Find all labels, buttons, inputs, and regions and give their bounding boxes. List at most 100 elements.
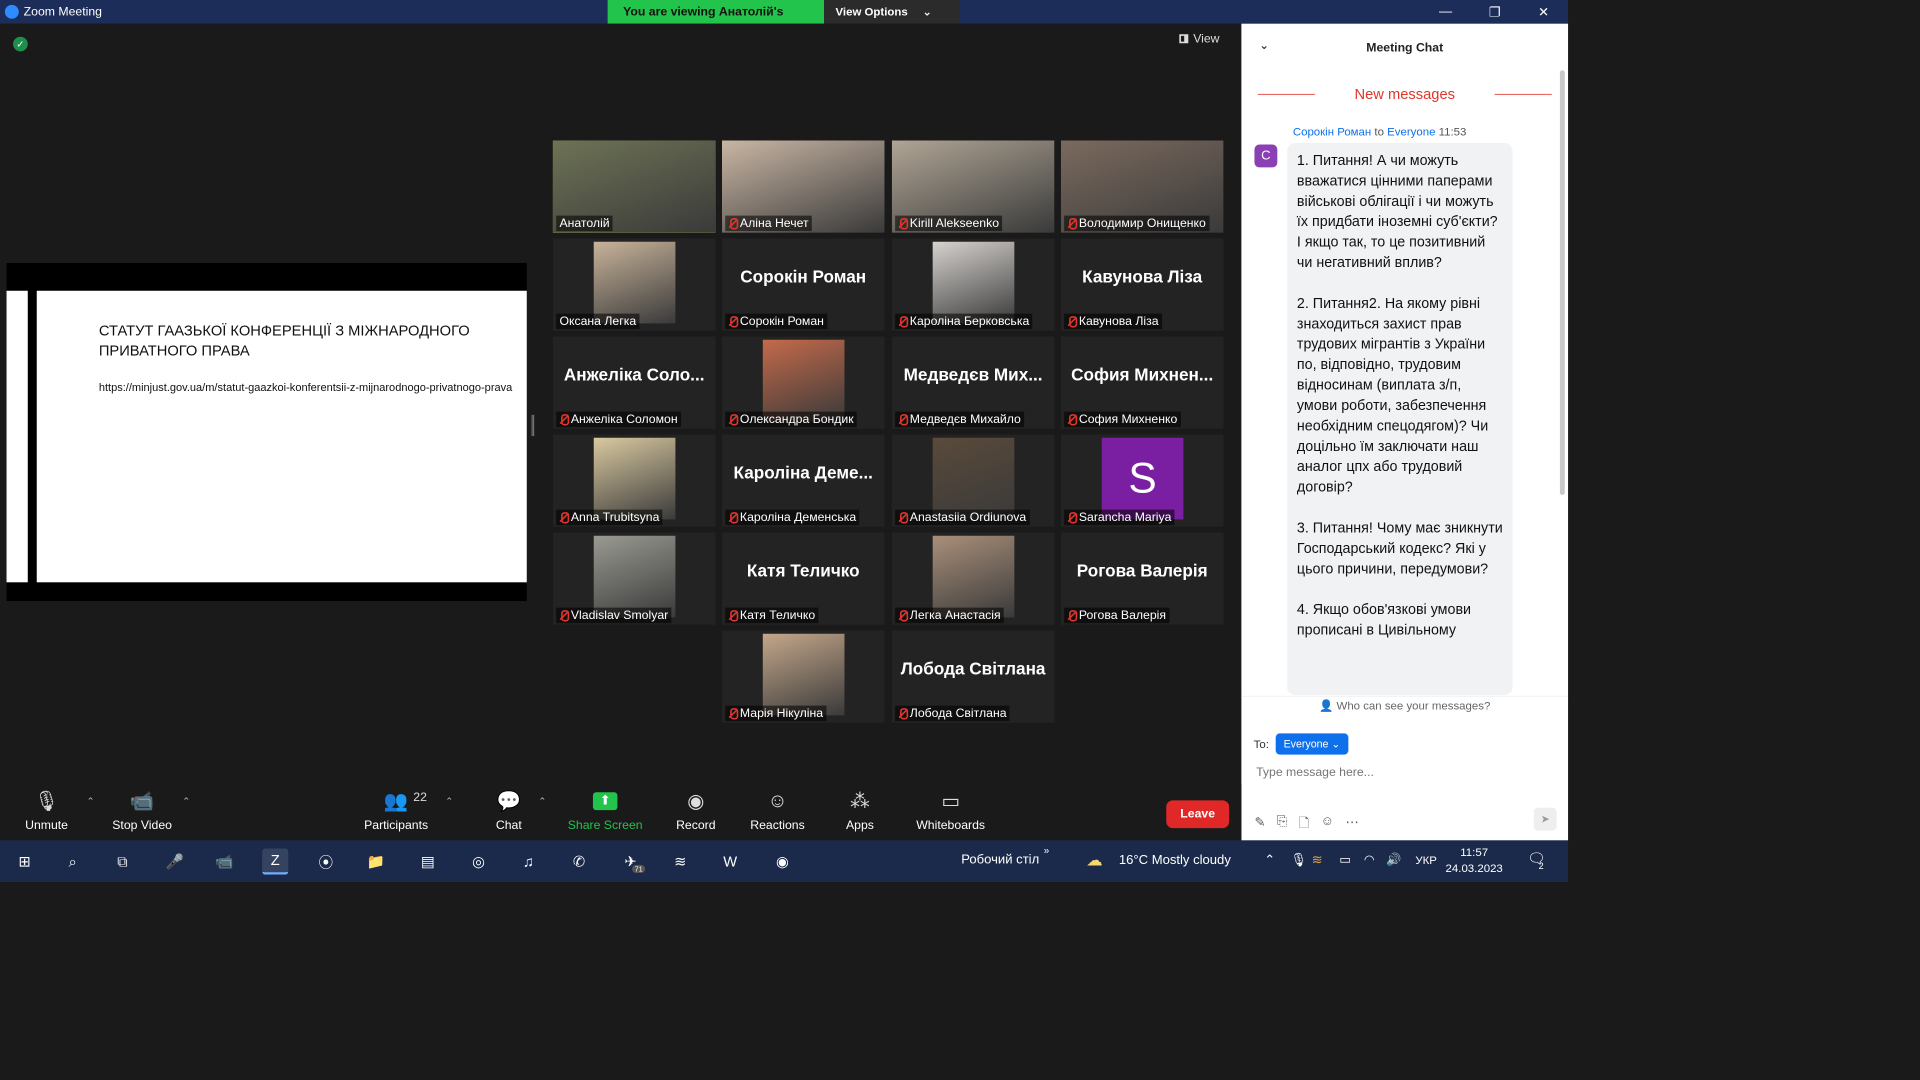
voice-mic-icon[interactable]: 🎤 bbox=[162, 849, 188, 875]
view-button[interactable]: View bbox=[1179, 32, 1220, 46]
participant-tile[interactable]: Володимир Онищенко bbox=[1060, 140, 1224, 233]
participant-display-name: Анжеліка Соло... bbox=[563, 365, 705, 385]
recorder-icon[interactable]: ⦿ bbox=[313, 849, 339, 875]
recipient-dropdown[interactable]: Everyone ⌄ bbox=[1275, 733, 1349, 755]
chat-message-input[interactable] bbox=[1256, 765, 1551, 780]
mic-tray-icon[interactable]: 🎙 bbox=[1290, 852, 1307, 868]
leave-button[interactable]: Leave bbox=[1166, 800, 1230, 829]
chat-scrollbar[interactable] bbox=[1559, 70, 1565, 495]
view-options-button[interactable]: View Options ⌄ bbox=[824, 0, 960, 24]
file-icon[interactable]: 🗋 bbox=[1299, 814, 1310, 836]
windows-start-icon[interactable]: ⊞ bbox=[11, 849, 37, 875]
viber-icon[interactable]: ✆ bbox=[566, 849, 592, 875]
message-recipient[interactable]: Everyone bbox=[1387, 125, 1435, 138]
more-icon[interactable]: ⋯ bbox=[1345, 814, 1358, 836]
format-icon[interactable]: ✎ bbox=[1254, 814, 1265, 836]
slide-link: https://minjust.gov.ua/m/statut-gaazkoi-… bbox=[98, 381, 513, 394]
participant-tile[interactable]: Сорокін Роман Сорокін Роман bbox=[721, 238, 885, 331]
participant-tile[interactable]: Легка Анастасія bbox=[891, 532, 1055, 625]
participant-tile[interactable]: Катя Теличко Катя Теличко bbox=[721, 532, 885, 625]
message-sender[interactable]: Сорокін Роман bbox=[1293, 125, 1371, 138]
participants-caret-icon[interactable]: ⌃ bbox=[445, 795, 453, 806]
zoom-app-icon[interactable]: Z bbox=[262, 848, 289, 875]
collapse-chevron-icon[interactable]: ⌄ bbox=[1259, 38, 1269, 52]
participant-name: Кароліна Берковська bbox=[909, 314, 1030, 329]
audio-options-caret-icon[interactable]: ⌃ bbox=[87, 795, 95, 806]
participant-display-name: Катя Теличко bbox=[746, 561, 860, 581]
task-view-icon[interactable]: ⧉ bbox=[109, 849, 135, 875]
close-button[interactable]: ✕ bbox=[1519, 0, 1568, 24]
battery-icon[interactable]: ▭ bbox=[1339, 852, 1351, 867]
participant-tile[interactable]: Лобода Світлана Лобода Світлана bbox=[891, 630, 1055, 723]
participant-tile[interactable]: София Михнен... София Михненко bbox=[1060, 336, 1224, 429]
participant-tile[interactable]: Аліна Нечет bbox=[721, 140, 885, 233]
winamp-icon[interactable]: ≋ bbox=[667, 849, 693, 875]
split-handle[interactable] bbox=[531, 414, 535, 437]
chrome-icon[interactable]: ◉ bbox=[769, 849, 795, 875]
participant-tile[interactable]: Anastasiia Ordiunova bbox=[891, 434, 1055, 527]
encryption-shield-icon[interactable]: ✓ bbox=[13, 36, 28, 52]
share-screen-icon: ⬆ bbox=[592, 789, 618, 814]
file-explorer-icon[interactable]: 📁 bbox=[363, 849, 389, 875]
participant-tile[interactable]: Анатолій bbox=[552, 140, 716, 233]
emoji-icon[interactable]: ☺ bbox=[1321, 814, 1334, 836]
participant-tile[interactable]: Vladislav Smolyar bbox=[552, 532, 716, 625]
video-app-icon[interactable]: 📹 bbox=[212, 849, 238, 875]
new-messages-marker: New messages bbox=[1354, 85, 1455, 103]
winamp-tray-icon[interactable]: ≋ bbox=[1312, 852, 1323, 868]
meeting-area: ✓ View СТАТУТ ГААЗЬКОЇ КОНФЕРЕНЦІЇ З МІЖ… bbox=[0, 23, 1242, 841]
desktop-label[interactable]: Робочий стіл bbox=[961, 853, 1039, 868]
participant-tile[interactable]: Кавунова Ліза Кавунова Ліза bbox=[1060, 238, 1224, 331]
video-options-caret-icon[interactable]: ⌃ bbox=[182, 795, 190, 806]
participant-tile[interactable]: Кароліна Берковська bbox=[891, 238, 1055, 331]
participant-tile[interactable]: Рогова Валерія Рогова Валерія bbox=[1060, 532, 1224, 625]
participant-name: Рогова Валерія bbox=[1078, 608, 1167, 623]
tray-chevron-icon[interactable]: ⌃ bbox=[1264, 852, 1275, 868]
stop-video-button[interactable]: 📹 Stop Video ⌃ bbox=[97, 789, 190, 832]
word-icon[interactable]: W bbox=[717, 849, 743, 875]
wifi-icon[interactable]: ◠ bbox=[1364, 852, 1375, 867]
minimize-button[interactable]: — bbox=[1421, 0, 1470, 24]
share-screen-button[interactable]: ⬆ Share Screen bbox=[560, 789, 650, 832]
language-indicator[interactable]: УКР bbox=[1415, 853, 1437, 866]
participant-tile[interactable]: Медведєв Мих... Медведєв Михайло bbox=[891, 336, 1055, 429]
weather-label[interactable]: 16°C Mostly cloudy bbox=[1119, 853, 1231, 868]
chat-caret-icon[interactable]: ⌃ bbox=[538, 795, 546, 806]
viewing-screen-banner: You are viewing Анатолій's screen bbox=[607, 0, 825, 42]
screenshot-icon[interactable]: ⎘ bbox=[1277, 814, 1287, 836]
reactions-button[interactable]: ☺ Reactions bbox=[733, 789, 823, 832]
participant-name: Кароліна Деменська bbox=[739, 510, 857, 525]
participant-name-label: Sarancha Mariya bbox=[1064, 509, 1175, 526]
send-icon[interactable]: ➤ bbox=[1533, 807, 1557, 831]
spotify-icon[interactable]: ♫ bbox=[515, 849, 541, 875]
restore-button[interactable]: ❐ bbox=[1470, 0, 1519, 24]
who-can-see-link[interactable]: 👤 Who can see your messages? bbox=[1241, 695, 1569, 714]
participant-tile[interactable]: Олександра Бондик bbox=[721, 336, 885, 429]
apps-button[interactable]: ⁂ Apps bbox=[815, 789, 905, 832]
whiteboards-button[interactable]: ▭ Whiteboards bbox=[906, 789, 996, 832]
volume-icon[interactable]: 🔊 bbox=[1386, 852, 1401, 867]
reactions-label: Reactions bbox=[750, 818, 805, 833]
participant-tile[interactable]: Кароліна Деме... Кароліна Деменська bbox=[721, 434, 885, 527]
search-icon[interactable]: ⌕ bbox=[60, 849, 86, 875]
participant-name: Анатолій bbox=[559, 216, 610, 231]
participant-tile[interactable]: S Sarancha Mariya bbox=[1060, 434, 1224, 527]
clock[interactable]: 11:57 24.03.2023 bbox=[1446, 844, 1503, 877]
participant-tile[interactable]: Anna Trubitsyna bbox=[552, 434, 716, 527]
more-arrows-icon[interactable]: » bbox=[1044, 844, 1049, 855]
participant-name-label: Сорокін Роман bbox=[725, 313, 828, 330]
participant-name-label: Олександра Бондик bbox=[725, 411, 857, 428]
muted-mic-icon bbox=[728, 707, 739, 720]
message-bubble: 1. Питання! А чи можуть вважатися цінним… bbox=[1287, 142, 1513, 696]
participant-name-label: Kirill Alekseenko bbox=[895, 215, 1003, 232]
participant-tile[interactable]: Марія Нікуліна bbox=[721, 630, 885, 723]
browser-app-icon[interactable]: ◎ bbox=[466, 849, 492, 875]
participant-tile[interactable]: Kirill Alekseenko bbox=[891, 140, 1055, 233]
participants-button[interactable]: 👥 Participants bbox=[351, 789, 441, 832]
participant-tile[interactable]: Анжеліка Соло... Анжеліка Соломон bbox=[552, 336, 716, 429]
participant-name: София Михненко bbox=[1078, 412, 1178, 427]
participant-tile[interactable]: Оксана Легка bbox=[552, 238, 716, 331]
unmute-button[interactable]: 🎙 Unmute ⌃ bbox=[2, 789, 95, 832]
slides-app-icon[interactable]: ▤ bbox=[415, 849, 441, 875]
record-button[interactable]: ◉ Record bbox=[651, 789, 741, 832]
